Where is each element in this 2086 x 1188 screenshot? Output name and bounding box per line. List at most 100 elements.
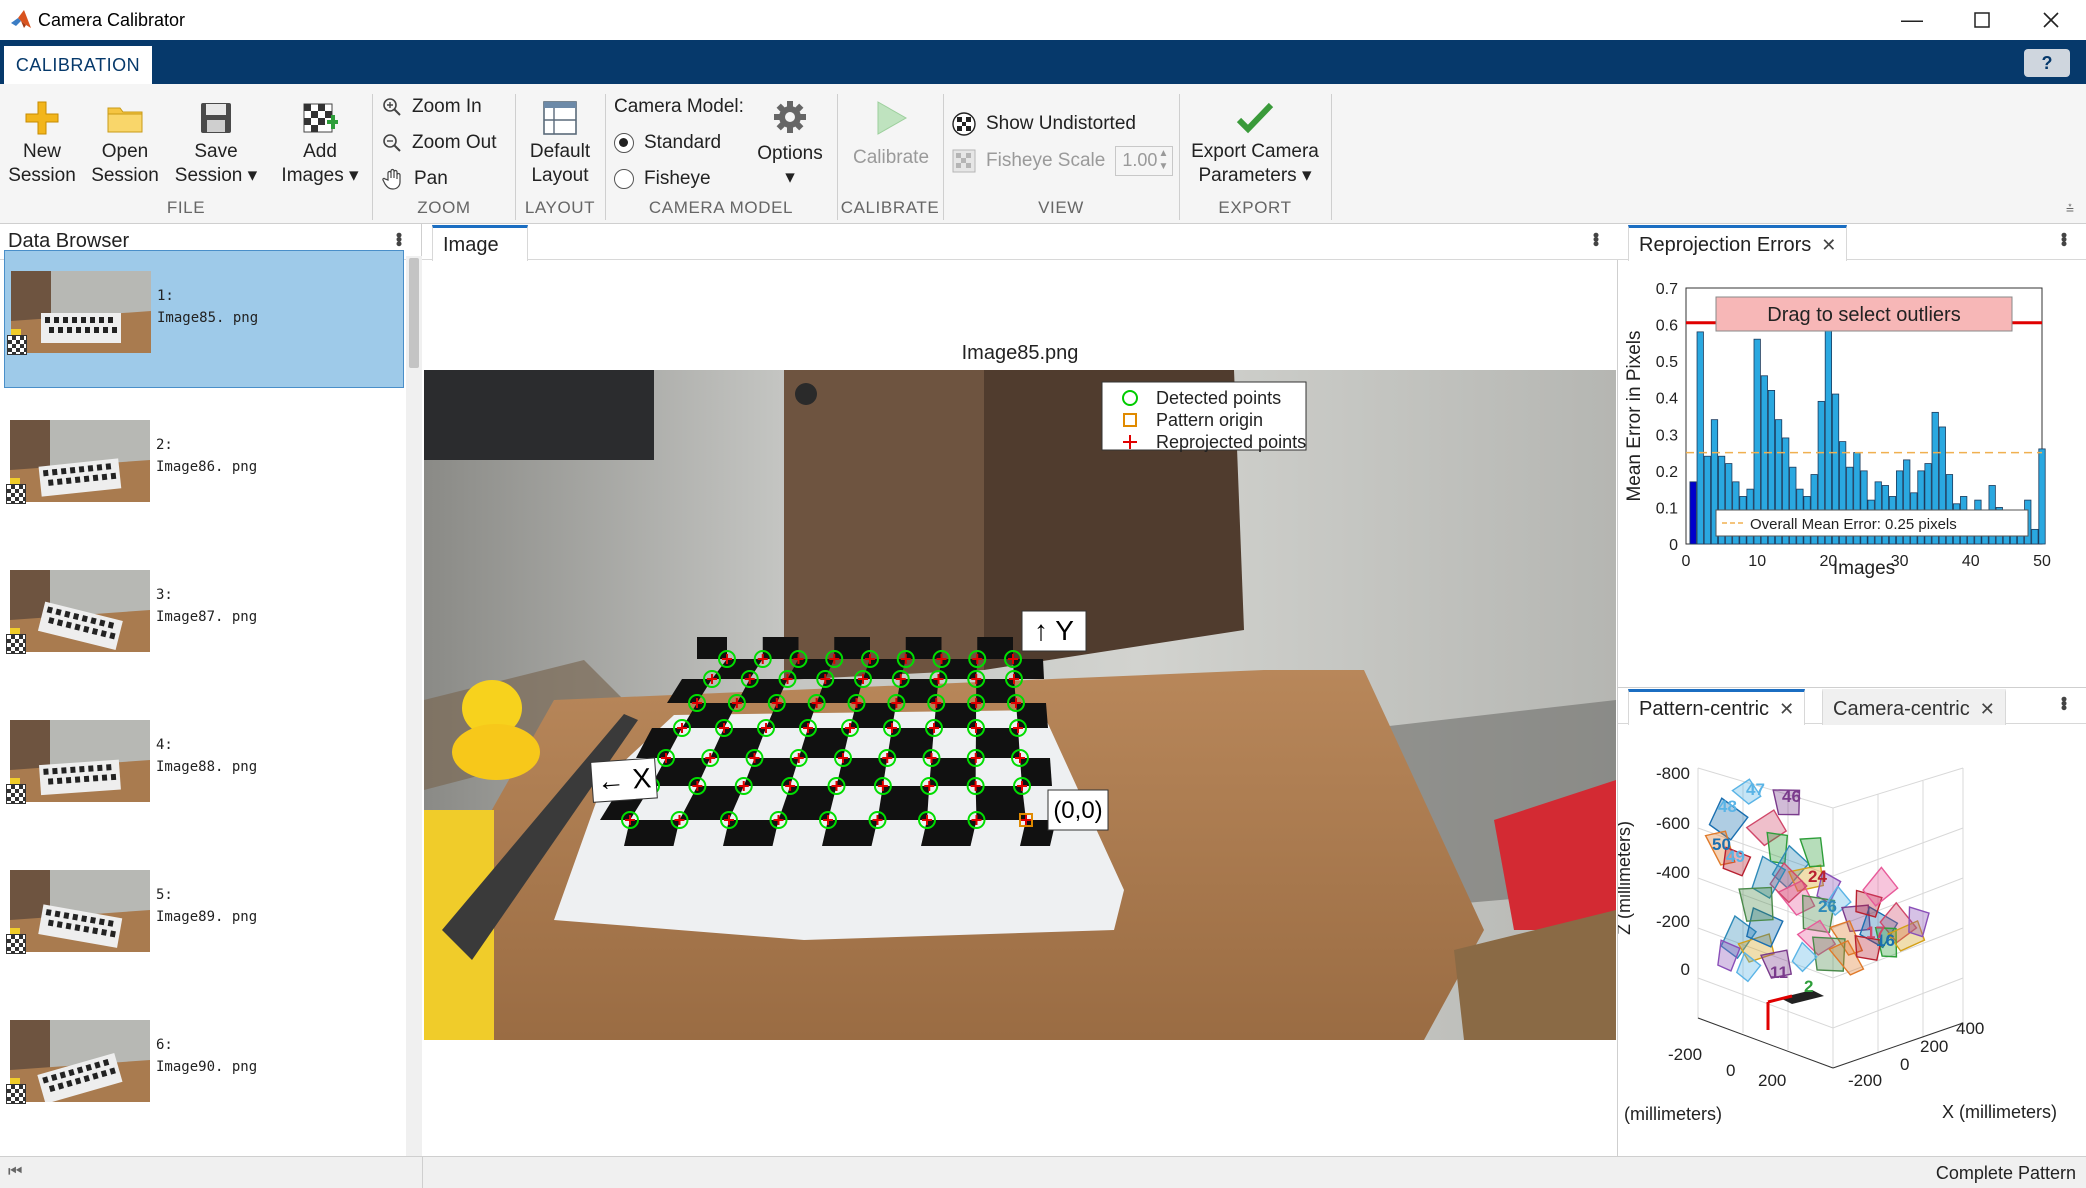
- camera-label: 47: [1746, 780, 1765, 799]
- zoom-in-icon: [383, 98, 401, 116]
- checkerboard-square: [1016, 703, 1048, 728]
- checkerboard-square: [905, 637, 942, 659]
- z-axis-title: Z (millimeters): [1618, 821, 1634, 935]
- y-tick-label: 0.1: [1656, 500, 1678, 517]
- y-tick-label: 0.4: [1656, 391, 1678, 408]
- image-list-item[interactable]: 4: Image88. png: [4, 700, 404, 838]
- standard-radio[interactable]: Standard: [614, 132, 721, 154]
- close-tab-icon[interactable]: ✕: [1821, 235, 1836, 255]
- default-layout-button[interactable]: Default Layout: [520, 100, 600, 188]
- radio-selected-icon: [614, 133, 634, 153]
- camera-label: 46: [1782, 787, 1801, 806]
- open-session-label-1: Open: [101, 141, 149, 162]
- reprojection-panel-header: Reprojection Errors ✕ •••: [1618, 224, 2086, 261]
- new-session-button[interactable]: New Session: [4, 100, 80, 188]
- close-button[interactable]: [2016, 0, 2086, 40]
- z-tick-label: 0: [1681, 960, 1690, 979]
- checkerboard-square: [822, 820, 878, 846]
- browser-scrollbar[interactable]: [406, 256, 422, 1156]
- maximize-button[interactable]: [1947, 0, 2017, 40]
- checkerboard-square: [1013, 659, 1044, 679]
- error-bar[interactable]: [1689, 481, 1697, 545]
- export-dropdown-icon: ▾: [1301, 165, 1312, 186]
- more-options-icon[interactable]: •••: [388, 232, 409, 245]
- add-images-button[interactable]: Add Images ▾: [272, 100, 368, 188]
- options-button[interactable]: Options ▾: [748, 100, 832, 190]
- checkerboard-square: [723, 820, 779, 846]
- image-title: Image85.png: [961, 342, 1079, 364]
- extrinsics-3d-plot[interactable]: -800 -600 -400 -200 0 Z (millimeters) -2…: [1618, 728, 2086, 1154]
- legend-reprojected-label: Reprojected points: [1156, 432, 1306, 452]
- more-options-icon[interactable]: •••: [2053, 696, 2074, 709]
- status-collapse-icon[interactable]: ⏮: [8, 1163, 22, 1181]
- open-session-button[interactable]: Open Session: [88, 100, 162, 188]
- calibrate-button[interactable]: Calibrate: [844, 100, 938, 170]
- image-list-item[interactable]: 2: Image86. png: [4, 400, 404, 538]
- zoom-in-button[interactable]: Zoom In: [382, 96, 482, 118]
- image-list-item[interactable]: 1: Image85. png: [4, 250, 404, 388]
- x-tick-label: 40: [1962, 553, 1980, 570]
- camera-label: 49: [1726, 847, 1745, 866]
- calibrate-label: Calibrate: [852, 147, 930, 168]
- error-bar[interactable]: [1703, 455, 1711, 545]
- image-thumbnail: [10, 870, 150, 952]
- extrinsics-panel-header: Pattern-centric ✕ Camera-centric ✕ •••: [1618, 688, 2086, 725]
- error-bar[interactable]: [2038, 448, 2046, 545]
- origin-annotation: (0,0): [1047, 789, 1109, 831]
- collapse-ribbon-icon[interactable]: ⩮: [2066, 200, 2074, 217]
- more-options-icon[interactable]: •••: [1585, 232, 1606, 245]
- checkerboard-square: [762, 637, 799, 659]
- spinner-arrows-icon: ▲ ▼: [1158, 148, 1169, 172]
- reprojection-error-chart[interactable]: 00.10.20.30.40.50.60.7 0 10 20 30 40 50 Drag …: [1618, 266, 2086, 686]
- window-title: Camera Calibrator: [38, 9, 186, 30]
- tab-reprojection-errors[interactable]: Reprojection Errors ✕: [1628, 225, 1848, 261]
- legend-detected-label: Detected points: [1156, 388, 1281, 408]
- scrollbar-thumb[interactable]: [409, 258, 419, 368]
- image-list-item[interactable]: 6: Image90. png: [4, 1000, 404, 1138]
- close-tab-icon[interactable]: ✕: [1980, 699, 1995, 719]
- zoom-group-label: ZOOM: [417, 198, 471, 217]
- tab-pattern-centric[interactable]: Pattern-centric ✕: [1628, 689, 1806, 725]
- save-session-button[interactable]: Save Session ▾: [170, 100, 262, 188]
- y-axis-title: (millimeters): [1624, 1104, 1722, 1124]
- tab-image[interactable]: Image: [432, 225, 528, 261]
- error-bar[interactable]: [2031, 528, 2039, 545]
- fisheye-scale-label: Fisheye Scale: [986, 150, 1106, 171]
- tab-camera-centric[interactable]: Camera-centric ✕: [1822, 689, 2006, 725]
- show-undistorted-button[interactable]: Show Undistorted: [952, 112, 1136, 136]
- export-group-label: EXPORT: [1218, 198, 1292, 217]
- options-label: Options: [757, 143, 823, 164]
- file-group-label: FILE: [166, 198, 206, 217]
- help-button[interactable]: ?: [2024, 49, 2070, 77]
- z-tick-label: -200: [1656, 912, 1690, 931]
- fisheye-radio[interactable]: Fisheye: [614, 168, 711, 190]
- camera-calibrator-window: Camera Calibrator — CALIBRATION ? New Se…: [0, 0, 2086, 1188]
- save-session-label-2: Session ▾: [174, 165, 258, 186]
- extrinsics-panel: Pattern-centric ✕ Camera-centric ✕ ••• -80…: [1618, 688, 2086, 1156]
- add-images-label-1: Add: [303, 141, 337, 162]
- calibration-image-view[interactable]: Detected points Pattern origin Reproject…: [424, 370, 1616, 1040]
- checkerboard-badge-icon: [6, 634, 26, 654]
- image-panel: Image ••• Image85.png Detected points Pa…: [422, 224, 1618, 1156]
- y-tick-label: 200: [1758, 1071, 1786, 1090]
- y-axis-annotation: ↑ Y: [1021, 610, 1087, 652]
- standard-label: Standard: [644, 132, 722, 153]
- fisheye-scale-input[interactable]: 1.00 ▲ ▼: [1115, 146, 1174, 176]
- tab-calibration[interactable]: CALIBRATION: [4, 46, 152, 84]
- status-text: Complete Pattern: [1935, 1163, 2076, 1183]
- image-list-item[interactable]: 3: Image87. png: [4, 550, 404, 688]
- minimize-button[interactable]: —: [1877, 0, 1947, 40]
- export-camera-parameters-button[interactable]: Export Camera Parameters ▾: [1186, 100, 1324, 188]
- y-tick-label: 0.6: [1656, 318, 1678, 335]
- close-tab-icon[interactable]: ✕: [1779, 699, 1794, 719]
- image-list-item[interactable]: 5: Image89. png: [4, 850, 404, 988]
- image-list-item-label: 6: Image90. png: [156, 1037, 258, 1075]
- more-options-icon[interactable]: •••: [2053, 232, 2074, 245]
- gear-icon: [774, 101, 806, 133]
- image-list-item-label: 4: Image88. png: [156, 737, 258, 775]
- checkerboard-square: [976, 679, 1016, 703]
- zoom-out-button[interactable]: Zoom Out: [382, 132, 496, 154]
- error-bar[interactable]: [1696, 331, 1704, 545]
- legend-origin-label: Pattern origin: [1156, 410, 1263, 430]
- pan-button[interactable]: Pan: [382, 168, 448, 190]
